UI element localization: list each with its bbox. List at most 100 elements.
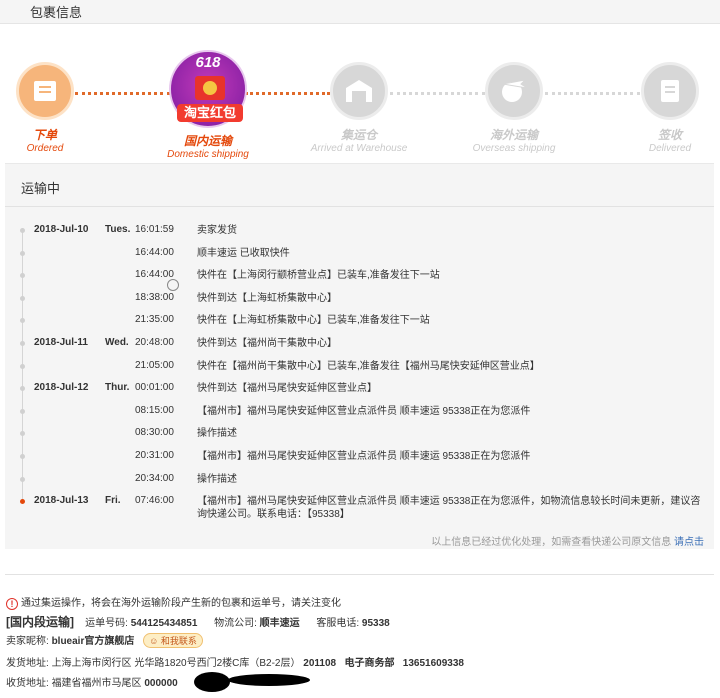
redaction-mark — [194, 672, 230, 692]
step-label: 下单 — [32, 128, 57, 142]
event-weekday: Wed. — [105, 336, 129, 348]
seller-name[interactable]: blueair官方旗舰店 — [52, 636, 135, 647]
note-text: 以上信息已经过优化处理，如需查看快递公司原文信息 — [431, 537, 672, 548]
promo-label: 淘宝红包 — [177, 104, 243, 122]
contact-label: 和我联系 — [160, 636, 197, 646]
event-weekday: Fri. — [105, 495, 121, 507]
event-time: 08:30:00 — [135, 427, 174, 439]
event-description: 顺丰速运 已收取快件 — [197, 247, 290, 259]
event-time: 21:35:00 — [135, 314, 174, 326]
event-description: 快件在【福州尚干集散中心】已装车,准备发往【福州马尾快安延伸区营业点】 — [197, 360, 540, 372]
timeline-row: 20:34:00 操作描述 — [5, 469, 714, 492]
timeline-row: 2018-Jul-11 Wed. 20:48:00 快件到达【福州尚干集散中心】 — [5, 333, 714, 356]
event-time: 20:48:00 — [135, 336, 174, 348]
receipt-icon — [641, 62, 699, 120]
taobao-red-packet-badge[interactable]: 618 淘宝红包 — [169, 50, 247, 128]
event-date: 2018-Jul-10 — [34, 224, 89, 235]
step-sublabel: Arrived at Warehouse — [310, 143, 408, 154]
redaction-mark — [228, 674, 310, 686]
event-description: 快件到达【福州尚干集散中心】 — [197, 337, 337, 349]
timeline-row: 2018-Jul-12 Thur. 00:01:00 快件到达【福州马尾快安延伸区营业… — [5, 378, 714, 401]
promo-number: 618 — [195, 54, 221, 71]
receive-address: 福建省福州市马尾区 — [51, 678, 142, 689]
receive-address-row: 收货地址: 福建省福州市马尾区 000000 — [6, 674, 178, 689]
event-description: 卖家发货 — [197, 225, 237, 236]
event-weekday: Tues. — [105, 224, 131, 235]
divider — [5, 574, 714, 575]
step-label: 集运仓 — [340, 128, 377, 142]
event-time: 16:44:00 — [135, 246, 174, 258]
ship-address-row: 发货地址: 上海上海市闵行区 光华路1820号西门2楼C库（B2-2层） 201… — [6, 654, 464, 669]
order-icon — [16, 62, 74, 120]
timeline-dot-icon — [20, 363, 25, 369]
event-description: 操作描述 — [197, 428, 237, 440]
carrier-name: 顺丰速运 — [259, 618, 300, 629]
step-label: 签收 — [657, 128, 682, 142]
timeline-row: 08:30:00 操作描述 — [5, 423, 714, 446]
timeline-row: 08:15:00 【福州市】福州马尾快安延伸区营业点派件员 顺丰速运 95338正… — [5, 401, 714, 424]
cursor-icon — [167, 279, 179, 291]
package-info-header: 包裹信息 — [0, 0, 720, 24]
step-sublabel: Domestic shipping — [167, 149, 249, 160]
divider — [5, 206, 714, 207]
event-time: 08:15:00 — [135, 404, 174, 416]
warning-icon: ! — [6, 598, 18, 610]
event-time: 16:01:59 — [135, 224, 174, 235]
contact-seller-button[interactable]: ☺ 和我联系 — [143, 633, 203, 648]
timeline-dot-icon — [20, 453, 25, 459]
event-description: 【福州市】福州马尾快安延伸区营业点派件员 顺丰速运 95338正在为您派件，如物… — [197, 496, 701, 521]
step-label: 海外运输 — [489, 128, 538, 142]
event-description: 快件在【上海虹桥集散中心】已装车,准备发往下一站 — [197, 315, 430, 327]
event-date: 2018-Jul-11 — [34, 336, 88, 348]
airplane-globe-icon — [485, 62, 543, 120]
timeline-dot-icon — [20, 386, 25, 392]
event-description: 【福州市】福州马尾快安延伸区营业点派件员 顺丰速运 95338正在为您派件 — [197, 450, 531, 462]
event-date: 2018-Jul-13 — [34, 495, 89, 507]
timeline-dot-icon — [20, 295, 25, 301]
event-description: 快件到达【福州马尾快安延伸区营业点】 — [197, 383, 377, 395]
ship-department: 电子商务部 — [344, 658, 395, 669]
optimization-note: 以上信息已经过优化处理，如需查看快递公司原文信息 请点击 — [431, 533, 704, 548]
transit-status-title: 运输中 — [21, 181, 61, 196]
warning-text: 通过集运操作，将会在海外运输阶段产生新的包裹和运单号，请关注变化 — [21, 598, 341, 609]
timeline-row: 2018-Jul-13 Fri. 07:46:00 【福州市】福州马尾快安延伸区营业点… — [5, 491, 714, 527]
step-delivered: 签收 Delivered — [610, 52, 720, 154]
waybill-number: 544125434851 — [130, 618, 198, 629]
timeline-dot-icon — [20, 273, 25, 279]
phone-label: 客服电话: — [316, 618, 360, 629]
timeline-row: 18:38:00 快件到达【上海虹桥集散中心】 — [5, 288, 714, 311]
carrier-label: 物流公司: — [214, 618, 257, 629]
event-time: 16:44:00 — [135, 269, 174, 281]
step-overseas: 海外运输 Overseas shipping — [454, 52, 574, 154]
red-envelope-icon — [195, 76, 225, 100]
timeline-dot-icon — [20, 250, 25, 256]
event-description: 【福州市】福州马尾快安延伸区营业点派件员 顺丰速运 95338正在为您派件 — [197, 405, 531, 417]
section-title: [国内段运输] — [6, 615, 74, 629]
event-time: 07:46:00 — [135, 495, 174, 507]
timeline-row: 21:05:00 快件在【福州尚干集散中心】已装车,准备发往【福州马尾快安延伸区营… — [5, 356, 714, 379]
event-description: 快件在【上海闵行颛桥营业点】已装车,准备发往下一站 — [197, 270, 440, 282]
shipping-progress: 下单 Ordered 国内运输 Domestic shipping 集运仓 Ar… — [0, 52, 720, 162]
event-weekday: Thur. — [105, 382, 130, 394]
event-description: 操作描述 — [197, 473, 237, 485]
step-warehouse: 集运仓 Arrived at Warehouse — [299, 52, 419, 154]
step-label: 国内运输 — [183, 134, 232, 148]
seller-row: 卖家昵称: blueair官方旗舰店 ☺ 和我联系 — [6, 632, 203, 648]
timeline-dot-icon — [20, 318, 25, 324]
timeline-row: 21:35:00 快件在【上海虹桥集散中心】已装车,准备发往下一站 — [5, 310, 714, 333]
consolidation-warning: ! 通过集运操作，将会在海外运输阶段产生新的包裹和运单号，请关注变化 — [6, 594, 341, 610]
timeline-dot-icon — [20, 499, 25, 505]
event-time: 20:31:00 — [135, 449, 174, 461]
timeline-dot-icon — [20, 476, 25, 482]
event-time: 00:01:00 — [135, 382, 174, 394]
ship-phone: 13651609338 — [402, 658, 464, 669]
waybill-row: [国内段运输] 运单号码: 544125434851 物流公司: 顺丰速运 客服… — [6, 613, 390, 630]
timeline-dot-icon — [20, 408, 25, 414]
waybill-label: 运单号码: — [85, 618, 128, 629]
receive-address-label: 收货地址: — [6, 678, 49, 689]
receive-zip: 000000 — [144, 678, 178, 689]
event-date: 2018-Jul-12 — [34, 382, 89, 394]
step-sublabel: Overseas shipping — [472, 143, 556, 154]
timeline-dot-icon — [20, 340, 25, 346]
original-info-link[interactable]: 请点击 — [674, 537, 704, 548]
